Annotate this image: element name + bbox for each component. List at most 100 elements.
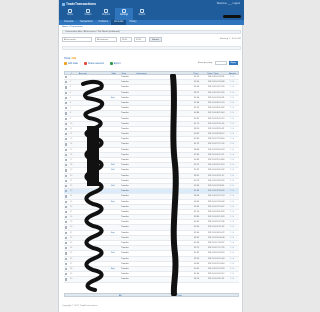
type-cell: Transfer bbox=[121, 252, 129, 255]
row-number: 24 bbox=[70, 195, 73, 198]
row-actions[interactable]: ✎ ✕ bbox=[229, 210, 239, 214]
nav-item-reports[interactable]: Reports bbox=[97, 8, 115, 20]
row-actions[interactable]: ✎ ✕ bbox=[229, 158, 239, 162]
row-actions[interactable]: ✎ ✕ bbox=[229, 91, 239, 95]
instrument-cell bbox=[135, 179, 193, 183]
type-cell: Transfer bbox=[121, 148, 129, 151]
row-actions[interactable]: ✎ ✕ bbox=[229, 251, 239, 255]
row-actions[interactable]: ✎ ✕ bbox=[229, 257, 239, 261]
row-actions[interactable]: ✎ ✕ bbox=[229, 163, 239, 167]
column-header[interactable]: # bbox=[70, 72, 78, 74]
row-actions[interactable]: ✎ ✕ bbox=[229, 174, 239, 178]
type-cell: Transfer bbox=[121, 138, 129, 141]
action-0[interactable]: Add trade bbox=[64, 62, 78, 65]
nav-item-settings[interactable]: Settings bbox=[115, 8, 133, 20]
row-actions[interactable]: ✎ ✕ bbox=[229, 137, 239, 141]
column-header[interactable]: Date / Time bbox=[206, 72, 228, 74]
checkbox-icon bbox=[65, 252, 68, 255]
instrument-cell bbox=[135, 148, 193, 152]
row-actions[interactable]: ✎ ✕ bbox=[229, 246, 239, 250]
account-select[interactable]: All accounts bbox=[62, 37, 92, 42]
user-greeting[interactable]: Welcome, ___ Logout bbox=[217, 2, 240, 5]
checkbox-icon bbox=[65, 81, 68, 84]
column-header[interactable]: Side bbox=[111, 72, 121, 74]
row-actions[interactable]: ✎ ✕ bbox=[229, 225, 239, 229]
subnav-item[interactable]: Accounts bbox=[110, 20, 127, 25]
footer-left-label: All bbox=[119, 294, 122, 297]
action-1[interactable]: Delete selected bbox=[83, 62, 104, 65]
row-actions[interactable]: ✎ ✕ bbox=[229, 127, 239, 131]
row-actions[interactable]: ✎ ✕ bbox=[229, 205, 239, 209]
row-actions[interactable]: ✎ ✕ bbox=[229, 80, 239, 84]
instrument-cell bbox=[135, 127, 193, 131]
row-actions[interactable]: ✎ ✕ bbox=[229, 153, 239, 157]
row-actions[interactable]: ✎ ✕ bbox=[229, 231, 239, 235]
type-cell: Transfer bbox=[121, 143, 129, 146]
row-actions[interactable]: ✎ ✕ bbox=[229, 111, 239, 115]
row-actions[interactable]: ✎ ✕ bbox=[229, 267, 239, 271]
checkbox-icon bbox=[65, 127, 68, 131]
row-number: 29 bbox=[70, 221, 73, 224]
row-actions[interactable]: ✎ ✕ bbox=[229, 215, 239, 219]
checkbox-icon bbox=[65, 174, 68, 177]
column-header[interactable]: Instrument bbox=[135, 72, 192, 74]
app-logo[interactable]: TradeTransactions bbox=[62, 2, 96, 6]
row-number: 27 bbox=[70, 210, 73, 213]
type-cell: Transfer bbox=[121, 262, 129, 265]
column-header[interactable]: Actions bbox=[228, 72, 238, 74]
row-actions[interactable]: ✎ ✕ bbox=[229, 194, 239, 198]
row-actions[interactable]: ✎ ✕ bbox=[229, 236, 239, 240]
column-header[interactable]: Type bbox=[120, 72, 135, 74]
per-page-select[interactable] bbox=[214, 61, 227, 65]
row-actions[interactable]: ✎ ✕ bbox=[229, 241, 239, 245]
row-actions[interactable]: ✎ ✕ bbox=[229, 220, 239, 224]
subnav-item[interactable]: Overview bbox=[61, 20, 77, 25]
row-actions[interactable]: ✎ ✕ bbox=[229, 75, 239, 79]
row-actions[interactable]: ✎ ✕ bbox=[229, 189, 239, 193]
row-actions[interactable]: ✎ ✕ bbox=[229, 168, 239, 172]
column-header[interactable]: Account bbox=[78, 72, 111, 74]
row-actions[interactable]: ✎ ✕ bbox=[229, 101, 239, 105]
type-cell: Transfer bbox=[121, 273, 129, 276]
side-cell bbox=[110, 148, 120, 152]
row-actions[interactable]: ✎ ✕ bbox=[229, 262, 239, 266]
checkbox-icon bbox=[65, 216, 68, 219]
type-cell: Transfer bbox=[121, 86, 129, 89]
side-cell bbox=[110, 277, 120, 281]
column-header[interactable]: Price bbox=[193, 72, 207, 74]
row-number: 3 bbox=[70, 86, 72, 89]
date-from-input[interactable]: 01/01 bbox=[120, 37, 132, 42]
subnav-item[interactable]: Transactions bbox=[77, 20, 96, 25]
side-cell bbox=[110, 137, 120, 141]
row-actions[interactable]: ✎ ✕ bbox=[229, 142, 239, 146]
instrument-cell bbox=[135, 251, 193, 255]
checkbox-icon bbox=[65, 278, 68, 281]
price-cell: 38.45 bbox=[194, 236, 200, 239]
checkbox-icon bbox=[65, 262, 68, 265]
row-actions[interactable]: ✎ ✕ bbox=[229, 277, 239, 281]
apply-button[interactable]: Apply bbox=[228, 61, 238, 65]
nav-item-orders[interactable]: Orders bbox=[79, 8, 97, 20]
row-actions[interactable]: ✎ ✕ bbox=[229, 96, 239, 100]
row-actions[interactable]: ✎ ✕ bbox=[229, 148, 239, 152]
breadcrumb[interactable]: Home > Transactions bbox=[62, 26, 83, 28]
row-actions[interactable]: ✎ ✕ bbox=[229, 85, 239, 89]
search-button[interactable]: Search bbox=[149, 37, 162, 42]
row-actions[interactable]: ✎ ✕ bbox=[229, 117, 239, 121]
action-2[interactable]: Export bbox=[109, 62, 120, 65]
nav-item-export[interactable]: Export bbox=[133, 8, 151, 20]
checkbox-icon bbox=[65, 169, 68, 172]
row-actions[interactable]: ✎ ✕ bbox=[229, 132, 239, 136]
status-select[interactable]: All statuses bbox=[95, 37, 117, 42]
subnav-item[interactable]: Positions bbox=[96, 20, 111, 25]
row-actions[interactable]: ✎ ✕ bbox=[229, 179, 239, 183]
subnav-item[interactable]: History bbox=[126, 20, 139, 25]
row-actions[interactable]: ✎ ✕ bbox=[229, 122, 239, 126]
row-actions[interactable]: ✎ ✕ bbox=[229, 200, 239, 204]
checkbox-icon bbox=[65, 221, 68, 224]
row-actions[interactable]: ✎ ✕ bbox=[229, 106, 239, 110]
row-actions[interactable]: ✎ ✕ bbox=[229, 272, 239, 276]
row-actions[interactable]: ✎ ✕ bbox=[229, 184, 239, 188]
date-to-input[interactable]: 31/01 bbox=[134, 37, 146, 42]
nav-item-home[interactable]: Home bbox=[61, 8, 79, 20]
